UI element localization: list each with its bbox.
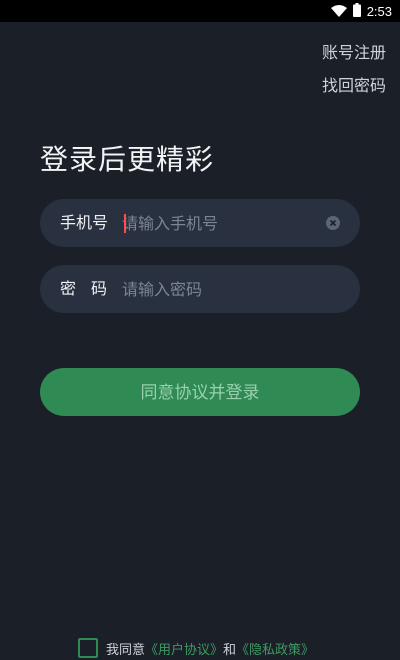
agree-checkbox[interactable]	[78, 638, 98, 658]
status-icons: 2:53	[330, 0, 392, 22]
agreement-prefix: 我同意	[106, 642, 146, 658]
agreement-conjunction: 和	[223, 642, 237, 658]
text-cursor	[124, 214, 126, 233]
user-agreement-link[interactable]: 《用户协议》	[145, 639, 223, 658]
privacy-policy-link[interactable]: 《隐私政策》	[236, 639, 314, 658]
login-button[interactable]: 同意协议并登录	[40, 368, 360, 416]
agreement-row: 我同意 《用户协议》 和 《隐私政策》	[78, 638, 314, 658]
password-label: 密码	[60, 279, 123, 298]
phone-label: 手机号	[60, 213, 109, 232]
phone-input[interactable]	[122, 199, 322, 247]
clear-icon[interactable]	[326, 216, 340, 230]
register-link[interactable]: 账号注册	[322, 39, 386, 63]
wifi-icon	[330, 5, 347, 17]
phone-field[interactable]: 手机号	[40, 199, 360, 247]
forgot-password-link[interactable]: 找回密码	[322, 72, 386, 96]
battery-icon	[352, 2, 361, 21]
password-input[interactable]	[122, 265, 322, 313]
page-title: 登录后更精彩	[40, 143, 215, 176]
status-time: 2:53	[366, 3, 392, 19]
password-field[interactable]: 密码	[40, 265, 360, 313]
status-bar: 2:53	[0, 0, 400, 22]
